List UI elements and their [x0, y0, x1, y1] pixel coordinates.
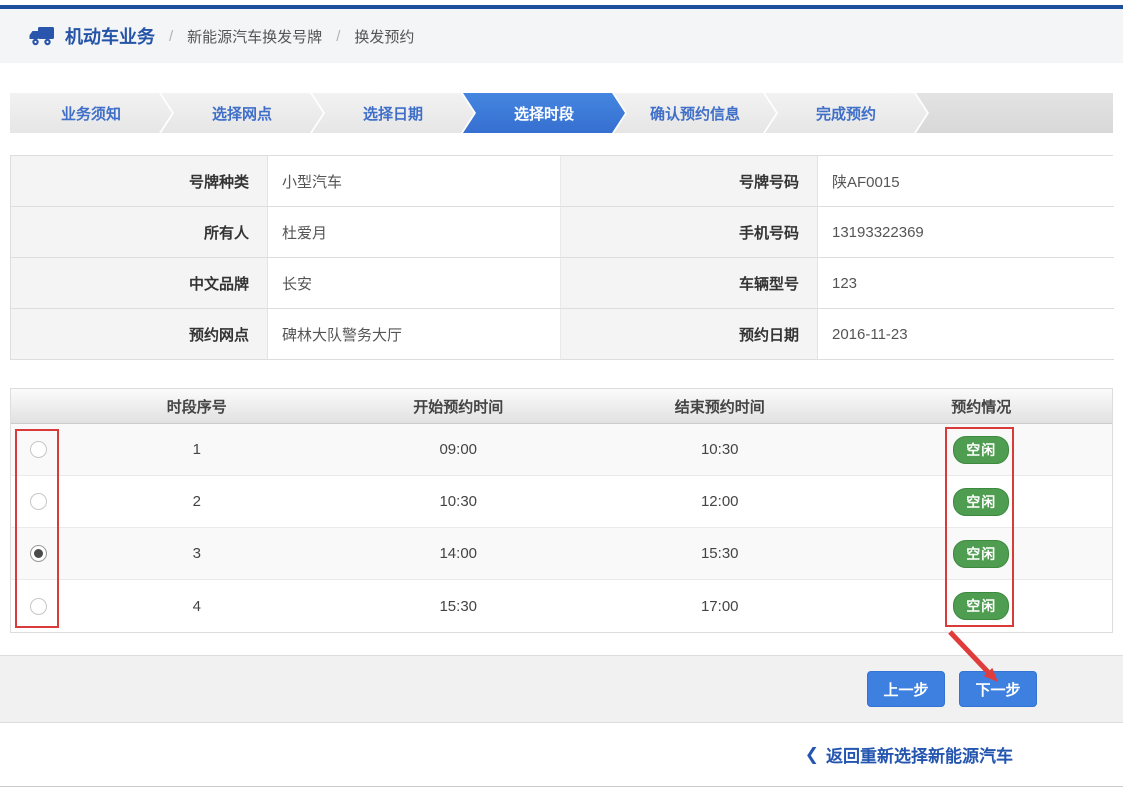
status-badge: 空闲	[953, 592, 1009, 620]
timeslot-table: 时段序号开始预约时间结束预约时间预约情况109:0010:30空闲210:301…	[10, 388, 1113, 633]
step-label: 业务须知	[61, 103, 121, 124]
header-radio-spacer	[11, 389, 66, 423]
slot-end: 17:00	[589, 580, 851, 632]
next-step-button[interactable]: 下一步	[959, 671, 1037, 707]
info-label: 所有人	[11, 207, 268, 258]
breadcrumb-separator: /	[336, 28, 340, 45]
slot-seq: 4	[66, 580, 328, 632]
radio-cell	[11, 528, 66, 579]
breadcrumb-item-current: 换发预约	[354, 26, 414, 47]
info-label: 预约网点	[11, 309, 268, 360]
status-cell: 空闲	[851, 424, 1113, 475]
step-tab-4[interactable]: 选择时段	[463, 93, 625, 133]
step-label: 选择日期	[363, 103, 423, 124]
step-tab-6[interactable]: 完成预约	[765, 93, 927, 133]
step-label: 确认预约信息	[650, 103, 740, 124]
slot-start: 09:00	[328, 424, 590, 475]
slot-start: 15:30	[328, 580, 590, 632]
radio-cell	[11, 580, 66, 632]
info-label: 号牌号码	[561, 156, 818, 207]
breadcrumb-separator: /	[169, 28, 173, 45]
info-label: 车辆型号	[561, 258, 818, 309]
step-tab-5[interactable]: 确认预约信息	[614, 93, 776, 133]
chevron-left-icon: ❮	[805, 745, 819, 765]
step-label: 完成预约	[816, 103, 876, 124]
slot-end: 10:30	[589, 424, 851, 475]
truck-icon	[28, 26, 55, 47]
step-wizard: 业务须知 选择网点 选择日期 选择时段 确认预约信息 完成预约	[10, 93, 1113, 133]
info-value: 13193322369	[818, 207, 1114, 258]
info-value: 123	[818, 258, 1114, 309]
slot-end: 15:30	[589, 528, 851, 579]
slot-end: 12:00	[589, 476, 851, 527]
step-tab-3[interactable]: 选择日期	[312, 93, 474, 133]
breadcrumb-bar: 机动车业务 / 新能源汽车换发号牌 / 换发预约	[0, 9, 1123, 63]
info-label: 号牌种类	[11, 156, 268, 207]
info-label: 预约日期	[561, 309, 818, 360]
back-link-label: 返回重新选择新能源汽车	[826, 742, 1013, 767]
timeslot-radio[interactable]	[30, 598, 47, 615]
timeslot-row: 314:0015:30 空闲	[11, 528, 1112, 580]
column-header: 时段序号	[66, 389, 328, 423]
slot-seq: 2	[66, 476, 328, 527]
action-bar: 上一步 下一步	[0, 655, 1123, 723]
slot-seq: 3	[66, 528, 328, 579]
status-cell: 空闲	[851, 580, 1113, 632]
radio-cell	[11, 424, 66, 475]
step-tab-1[interactable]: 业务须知	[10, 93, 172, 133]
info-value: 2016-11-23	[818, 309, 1114, 360]
prev-step-button[interactable]: 上一步	[867, 671, 945, 707]
info-value: 杜爱月	[268, 207, 561, 258]
slot-seq: 1	[66, 424, 328, 475]
step-label: 选择时段	[514, 103, 574, 124]
timeslot-radio[interactable]	[30, 545, 47, 562]
slot-start: 10:30	[328, 476, 590, 527]
info-value: 陕AF0015	[818, 156, 1114, 207]
table-header-row: 时段序号开始预约时间结束预约时间预约情况	[11, 389, 1112, 424]
status-badge: 空闲	[953, 488, 1009, 516]
step-wizard-tail	[916, 93, 1113, 133]
info-label: 手机号码	[561, 207, 818, 258]
info-value: 长安	[268, 258, 561, 309]
footer: ❮ 返回重新选择新能源汽车	[0, 723, 1123, 787]
vehicle-info-table: 号牌种类小型汽车号牌号码陕AF0015 所有人杜爱月手机号码13193322369…	[10, 155, 1113, 360]
status-badge: 空闲	[953, 436, 1009, 464]
timeslot-row: 109:0010:30 空闲	[11, 424, 1112, 476]
column-header: 预约情况	[851, 389, 1113, 423]
status-cell: 空闲	[851, 476, 1113, 527]
radio-cell	[11, 476, 66, 527]
slot-start: 14:00	[328, 528, 590, 579]
status-badge: 空闲	[953, 540, 1009, 568]
status-cell: 空闲	[851, 528, 1113, 579]
column-header: 开始预约时间	[328, 389, 590, 423]
timeslot-radio[interactable]	[30, 441, 47, 458]
info-value: 碑林大队警务大厅	[268, 309, 561, 360]
timeslot-row: 415:3017:00 空闲	[11, 580, 1112, 632]
info-label: 中文品牌	[11, 258, 268, 309]
timeslot-radio[interactable]	[30, 493, 47, 510]
info-value: 小型汽车	[268, 156, 561, 207]
step-label: 选择网点	[212, 103, 272, 124]
timeslot-row: 210:3012:00 空闲	[11, 476, 1112, 528]
breadcrumb-item-service[interactable]: 新能源汽车换发号牌	[187, 26, 322, 47]
breadcrumb-section[interactable]: 机动车业务	[65, 23, 155, 49]
step-tab-2[interactable]: 选择网点	[161, 93, 323, 133]
back-link[interactable]: ❮ 返回重新选择新能源汽车	[805, 742, 1013, 767]
column-header: 结束预约时间	[589, 389, 851, 423]
